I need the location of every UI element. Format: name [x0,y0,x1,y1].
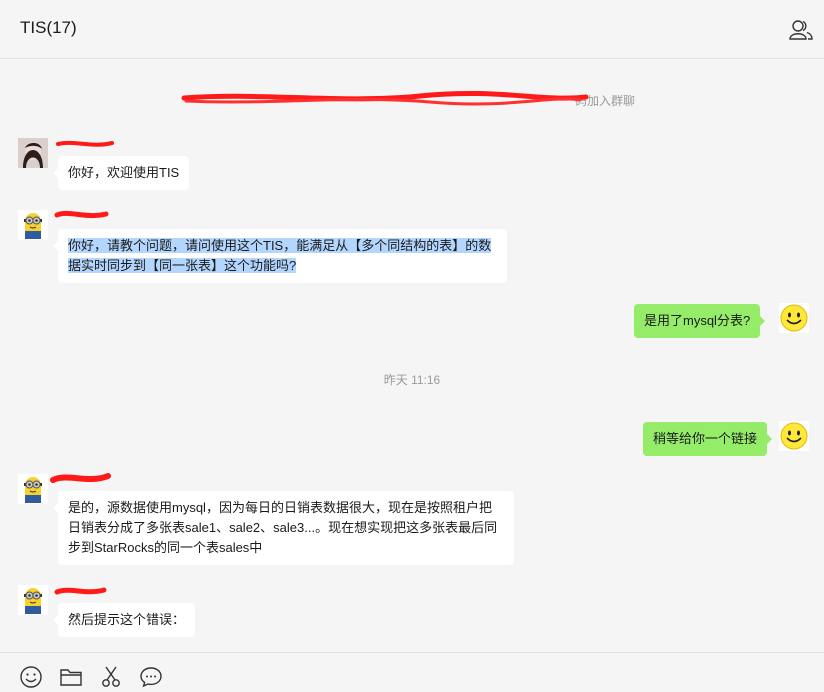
avatar[interactable] [18,585,48,615]
avatar-self[interactable] [779,421,809,451]
avatar-self[interactable] [779,303,809,333]
avatar[interactable] [18,210,48,240]
scissors-icon[interactable] [99,665,123,689]
message-bubble[interactable]: 你好，请教个问题，请问使用这个TIS，能满足从【多个同结构的表】的数 据实时同步… [53,229,507,283]
folder-icon[interactable] [59,665,83,689]
message-text-line: 是的，源数据使用mysql，因为每日的日销表数据很大，现在是按照租户把 [68,500,492,515]
avatar[interactable] [18,138,48,168]
chat-bubble-icon[interactable] [139,665,163,689]
chat-title: TIS(17) [20,18,77,37]
selected-text-line[interactable]: 据实时同步到【同一张表】这个功能吗? [68,258,297,273]
minion-avatar-icon [18,585,48,615]
timestamp: 昨天 11:16 [383,373,441,387]
message-bubble-self[interactable]: 是用了mysql分表? [634,304,766,338]
system-notice-redacted-part: ​ [189,94,575,108]
smiley-avatar-icon [779,421,809,451]
girl-photo-avatar-icon [18,138,48,168]
avatar[interactable] [18,474,48,504]
system-notice-visible-text: 码加入群聊 [574,94,635,108]
system-notice: ​码加入群聊 [0,92,824,109]
emoji-icon[interactable] [19,665,43,689]
minion-avatar-icon [18,210,48,240]
smiley-avatar-icon [779,303,809,333]
chat-header: TIS(17) [0,0,824,59]
sender-name-redacted [54,210,109,219]
members-icon[interactable] [788,17,814,43]
message-text-line: 日销表分成了多张表sale1、sale2、sale3...。现在想实现把这多张表… [68,520,498,535]
sender-name-redacted [54,587,107,595]
message-bubble[interactable]: 你好，欢迎使用TIS [52,156,190,190]
sender-name-redacted [50,473,111,483]
selected-text-line[interactable]: 你好，请教个问题，请问使用这个TIS，能满足从【多个同结构的表】的数 [68,238,492,253]
input-toolbar [0,652,824,692]
message-bubble[interactable]: 然后提示这个错误： [52,603,196,637]
message-text-line: 步到StarRocks的同一个表sales中 [68,540,263,555]
sender-name-redacted [56,140,114,147]
message-bubble[interactable]: 是的，源数据使用mysql，因为每日的日销表数据很大，现在是按照租户把 日销表分… [53,491,514,565]
message-bubble-self[interactable]: 稍等给你一个链接 [643,422,773,456]
minion-avatar-icon [18,474,48,504]
